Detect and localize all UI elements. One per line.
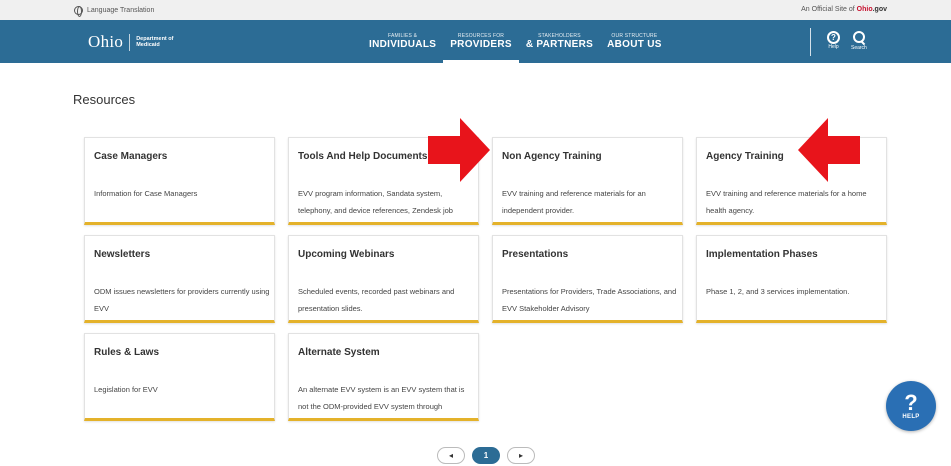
logo-dept-line1: Department of (136, 35, 174, 42)
card-title: Newsletters (94, 249, 151, 260)
next-page-button[interactable]: ▸ (507, 447, 535, 464)
logo-ohio-text: Ohio (88, 32, 124, 51)
card-description: Information for Case Managers (94, 189, 198, 198)
official-site-notice[interactable]: An Official Site of Ohio.gov (801, 6, 887, 13)
language-label: Language Translation (87, 7, 155, 14)
nav-big-label: INDIVIDUALS (369, 39, 437, 50)
official-suffix: .gov (872, 6, 887, 13)
nav-big-label: & PARTNERS (525, 39, 594, 50)
card-title: Implementation Phases (706, 249, 818, 260)
logo-department-text: Department of Medicaid (136, 36, 173, 49)
nav-stakeholders-partners[interactable]: STAKEHOLDERS & PARTNERS (519, 20, 600, 63)
page-title: Resources (73, 92, 136, 107)
nav-structure-about[interactable]: OUR STRUCTURE ABOUT US (600, 20, 669, 63)
search-label: Search (851, 45, 867, 51)
card-title: Case Managers (94, 151, 168, 162)
card-title: Tools And Help Documents (298, 151, 428, 162)
prev-page-button[interactable]: ◂ (437, 447, 465, 464)
question-mark-icon: ? (904, 390, 918, 415)
nav-small-label: RESOURCES FOR (457, 33, 505, 39)
card-description: ODM issues newsletters for providers cur… (94, 287, 270, 313)
card-description: Legislation for EVV (94, 385, 158, 394)
card-title: Presentations (502, 249, 569, 260)
card-implementation-phases[interactable]: Implementation Phases Phase 1, 2, and 3 … (696, 235, 887, 323)
pagination: ◂ 1 ▸ (437, 447, 535, 464)
card-non-agency-training[interactable]: Non Agency Training EVV training and ref… (492, 137, 683, 225)
card-title: Alternate System (298, 347, 380, 358)
card-description: EVV training and reference materials for… (706, 189, 867, 215)
annotation-arrow-icon (428, 118, 490, 182)
nav-big-label: ABOUT US (607, 39, 662, 50)
help-label: Help (828, 44, 839, 50)
nav-small-label: OUR STRUCTURE (611, 33, 658, 39)
logo-divider (129, 33, 131, 51)
official-prefix: An Official Site of (801, 6, 855, 13)
page-1-button[interactable]: 1 (472, 447, 500, 464)
nav-families-individuals[interactable]: FAMILIES & INDIVIDUALS (362, 20, 443, 63)
card-alternate-system[interactable]: Alternate System An alternate EVV system… (288, 333, 479, 421)
nav-small-label: FAMILIES & (387, 33, 418, 39)
search-icon (852, 31, 866, 45)
site-header: Ohio Department of Medicaid FAMILIES & I… (0, 20, 951, 63)
search-button[interactable]: Search (851, 31, 867, 51)
card-title: Rules & Laws (94, 347, 160, 358)
question-circle-icon: ? (827, 31, 840, 44)
card-description: Phase 1, 2, and 3 services implementatio… (706, 287, 850, 296)
official-brand: Ohio (856, 6, 873, 13)
card-description: Presentations for Providers, Trade Assoc… (502, 287, 677, 313)
utility-bar: Language Translation An Official Site of… (0, 0, 951, 20)
logo-dept-line2: Medicaid (136, 42, 160, 48)
card-title: Non Agency Training (502, 151, 602, 162)
globe-icon (74, 6, 83, 17)
card-upcoming-webinars[interactable]: Upcoming Webinars Scheduled events, reco… (288, 235, 479, 323)
nav-small-label: STAKEHOLDERS (538, 33, 581, 39)
card-title: Upcoming Webinars (298, 249, 395, 260)
header-divider (810, 28, 811, 56)
nav-resources-providers[interactable]: RESOURCES FOR PROVIDERS (443, 20, 519, 63)
card-description: Scheduled events, recorded past webinars… (298, 287, 455, 313)
language-translation-link[interactable]: Language Translation (74, 6, 155, 17)
card-description: EVV program information, Sandata system,… (298, 189, 453, 215)
main-nav: FAMILIES & INDIVIDUALS RESOURCES FOR PRO… (362, 20, 669, 63)
card-case-managers[interactable]: Case Managers Information for Case Manag… (84, 137, 275, 225)
help-widget-button[interactable]: ? HELP (886, 381, 936, 431)
card-description: An alternate EVV system is an EVV system… (298, 385, 465, 411)
card-presentations[interactable]: Presentations Presentations for Provider… (492, 235, 683, 323)
help-button[interactable]: ? Help (827, 31, 840, 50)
help-widget-label: HELP (902, 414, 920, 420)
card-newsletters[interactable]: Newsletters ODM issues newsletters for p… (84, 235, 275, 323)
card-description: EVV training and reference materials for… (502, 189, 646, 215)
card-title: Agency Training (706, 151, 784, 162)
nav-big-label: PROVIDERS (450, 39, 512, 50)
ohio-medicaid-logo[interactable]: Ohio Department of Medicaid (88, 32, 173, 52)
annotation-arrow-icon (798, 118, 860, 182)
card-rules-laws[interactable]: Rules & Laws Legislation for EVV (84, 333, 275, 421)
